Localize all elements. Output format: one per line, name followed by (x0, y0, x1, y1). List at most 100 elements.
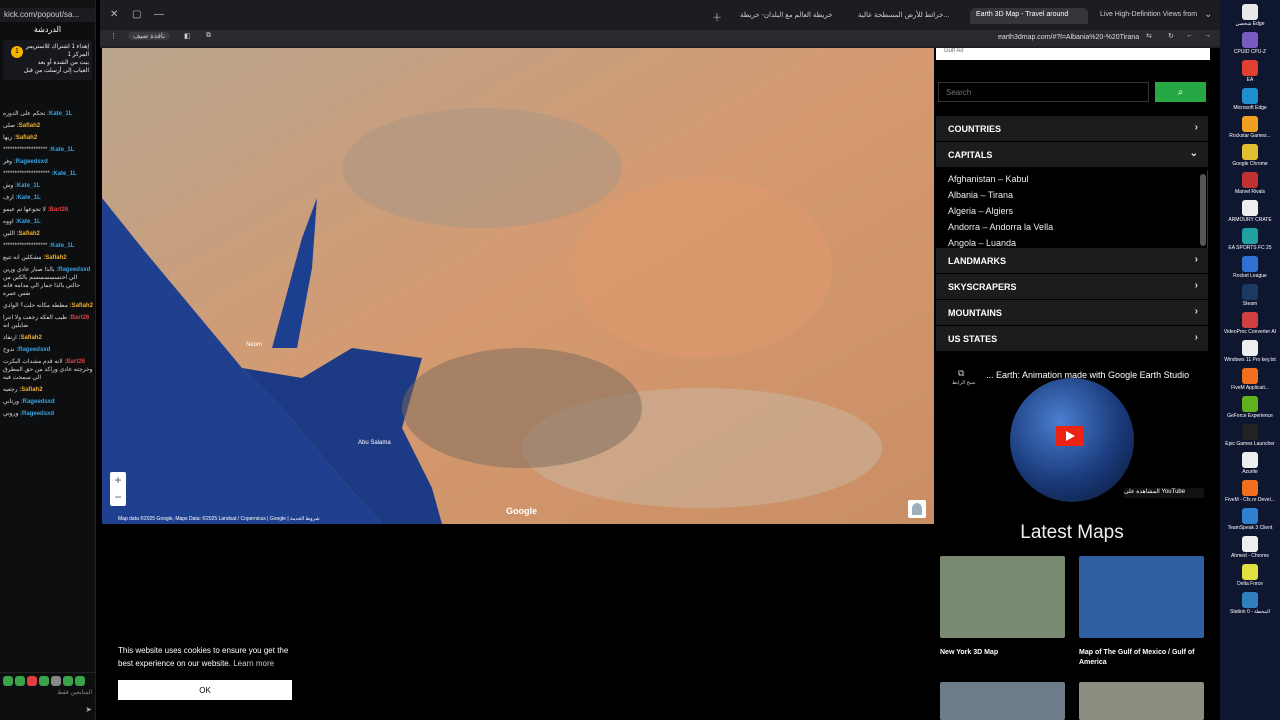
satellite-map[interactable]: Neom Abu Salama + − Map data ©2025 Googl… (102, 48, 934, 524)
desktop-shortcut[interactable]: GeForce Experience (1220, 396, 1280, 419)
card-thumbnail[interactable] (940, 556, 1065, 638)
desktop-shortcut[interactable]: Google Chrome (1220, 144, 1280, 167)
site-info-icon[interactable]: ⇆ (1146, 32, 1152, 40)
capital-item[interactable]: Angola – Luanda (936, 234, 1207, 248)
emote-icon[interactable] (75, 676, 85, 686)
chat-message-list[interactable]: Kate_1L: تحكم على الدوره Safiah2: صلى Safi… (0, 108, 95, 668)
desktop-shortcut[interactable]: Rocket League (1220, 256, 1280, 279)
chat-input[interactable]: المتابعين فقط (0, 689, 95, 696)
tab-world-map[interactable]: خريطة العالم مع البلدان- خريطة (734, 8, 846, 24)
chat-username[interactable]: Rageedsxd: (56, 267, 90, 273)
emote-icon[interactable] (27, 676, 37, 686)
back-icon[interactable]: → (1204, 32, 1211, 39)
chat-username[interactable]: Safiah2: (17, 123, 40, 129)
tab-flat-earth-maps[interactable]: خرائط للأرض المسطحة عالية... (852, 8, 964, 24)
desktop-shortcut[interactable]: Azurite (1220, 452, 1280, 475)
card-title[interactable]: Map of The Gulf of Mexico / Gulf of Amer… (1079, 648, 1204, 668)
map-card[interactable] (1079, 682, 1204, 720)
watch-on-youtube[interactable]: المشاهدة على YouTube (1124, 488, 1204, 498)
pegman-icon[interactable] (908, 500, 926, 518)
youtube-embed[interactable]: ⧉ نسخ الرابط ... Earth: Animation made w… (952, 364, 1206, 510)
map-card[interactable]: New York 3D Map (940, 556, 1065, 658)
zoom-out-button[interactable]: − (110, 489, 126, 506)
chat-username[interactable]: Safiah2: (70, 303, 93, 309)
desktop-shortcut[interactable]: Steam (1220, 284, 1280, 307)
tab-earth3dmap[interactable]: Earth 3D Map - Travel around (970, 8, 1088, 24)
chat-username[interactable]: Kate_1L: (49, 147, 74, 153)
chat-username[interactable]: Safiah2: (18, 335, 41, 341)
desktop-shortcut[interactable]: FiveM - Cfx.re Devel... (1220, 480, 1280, 503)
capital-item[interactable]: Algeria – Algiers (936, 202, 1207, 218)
desktop-shortcut[interactable]: CPUID CPU-Z (1220, 32, 1280, 55)
desktop-shortcut[interactable]: Epic Games Launcher (1220, 424, 1280, 447)
menu-icon[interactable]: ⋮ (110, 32, 117, 40)
emote-bar[interactable] (0, 673, 95, 689)
learn-more-link[interactable]: Learn more (233, 659, 274, 668)
send-icon[interactable]: ➤ (85, 705, 92, 714)
pinned-message[interactable]: 1 إهداء 1 اشتراك للاستريمر المركز 1 بيت … (3, 40, 92, 80)
section-mountains[interactable]: MOUNTAINS › (936, 300, 1208, 326)
chat-username[interactable]: Kate_1L: (15, 183, 40, 189)
desktop-shortcut[interactable]: Station 0 - المحطة (1220, 592, 1280, 615)
emote-icon[interactable] (39, 676, 49, 686)
zoom-in-button[interactable]: + (110, 472, 126, 489)
minimize-window-icon[interactable]: — (154, 9, 164, 20)
chat-username[interactable]: Bart26: (64, 359, 85, 365)
desktop-shortcut[interactable]: شخصي Edge (1220, 4, 1280, 27)
card-thumbnail[interactable] (1079, 682, 1204, 720)
chat-username[interactable]: Safiah2: (19, 387, 42, 393)
card-thumbnail[interactable] (940, 682, 1065, 720)
tab-search-icon[interactable]: ⌄ (1204, 9, 1212, 20)
copy-link-icon[interactable]: ⧉ (958, 368, 964, 379)
map-attribution[interactable]: Map data ©2025 Google, Maps Data: ©2025 … (118, 516, 320, 522)
chat-username[interactable]: Rageedsxd: (21, 399, 55, 405)
desktop-shortcut[interactable]: Ahmed - Chrome (1220, 536, 1280, 559)
chat-username[interactable]: Kate_1L: (51, 171, 76, 177)
section-landmarks[interactable]: LANDMARKS › (936, 248, 1208, 274)
capital-item[interactable]: Afghanistan – Kabul (936, 170, 1207, 186)
chat-username[interactable]: Kate_1L: (47, 111, 72, 117)
reload-icon[interactable]: ↻ (1168, 32, 1174, 40)
emote-icon[interactable] (51, 676, 61, 686)
chat-username[interactable]: Rageedsxd: (20, 411, 54, 417)
search-button[interactable]: ⌕ (1155, 82, 1206, 102)
capital-item[interactable]: Andorra – Andorra la Vella (936, 218, 1207, 234)
search-input[interactable] (938, 82, 1149, 102)
capital-item[interactable]: Albania – Tirana (936, 186, 1207, 202)
chat-url[interactable]: kick.com/popout/sa... (0, 8, 95, 22)
chat-username[interactable]: Kate_1L: (15, 195, 40, 201)
restore-window-icon[interactable]: ▢ (132, 9, 141, 20)
desktop-shortcut[interactable]: EA (1220, 60, 1280, 83)
desktop-shortcut[interactable]: Delta Force (1220, 564, 1280, 587)
forward-icon[interactable]: ← (1186, 32, 1193, 39)
map-card[interactable] (940, 682, 1065, 720)
map-card[interactable]: Map of The Gulf of Mexico / Gulf of Amer… (1079, 556, 1204, 668)
chat-username[interactable]: Bart26: (69, 315, 90, 321)
section-countries[interactable]: COUNTRIES › (936, 116, 1208, 142)
card-thumbnail[interactable] (1079, 556, 1204, 638)
cookie-ok-button[interactable]: OK (118, 680, 292, 700)
section-skyscrapers[interactable]: SKYSCRAPERS › (936, 274, 1208, 300)
desktop-shortcut[interactable]: ARMOURY CRATE (1220, 200, 1280, 223)
guest-profile-button[interactable]: نافذة ضيف (128, 32, 171, 40)
address-bar[interactable]: earth3dmap.com/#?l=Albania%20-%20Tirana (998, 34, 1139, 41)
chat-username[interactable]: Safiah2: (14, 135, 37, 141)
desktop-shortcut[interactable]: FiveM Applicati... (1220, 368, 1280, 391)
desktop-shortcut[interactable]: Microsoft Edge (1220, 88, 1280, 111)
emote-icon[interactable] (63, 676, 73, 686)
desktop-shortcut[interactable]: Windows 11 Pro key.txt (1220, 340, 1280, 363)
close-window-icon[interactable]: ✕ (110, 9, 118, 20)
desktop-shortcut[interactable]: TeamSpeak 3 Client (1220, 508, 1280, 531)
chat-username[interactable]: Safiah2: (43, 255, 66, 261)
emote-icon[interactable] (3, 676, 13, 686)
emote-icon[interactable] (15, 676, 25, 686)
card-title[interactable]: New York 3D Map (940, 648, 1065, 658)
play-button[interactable] (1056, 426, 1084, 446)
capitals-list[interactable]: Afghanistan – Kabul Albania – Tirana Alg… (936, 170, 1208, 248)
extensions-icon[interactable]: ⧉ (206, 32, 211, 40)
sidebar-icon[interactable]: ◧ (184, 32, 191, 40)
capitals-scrollbar[interactable] (1200, 174, 1206, 246)
section-us-states[interactable]: US STATES › (936, 326, 1208, 352)
section-capitals[interactable]: CAPITALS ⌄ (936, 142, 1208, 168)
desktop-shortcut[interactable]: Rockstar Games... (1220, 116, 1280, 139)
